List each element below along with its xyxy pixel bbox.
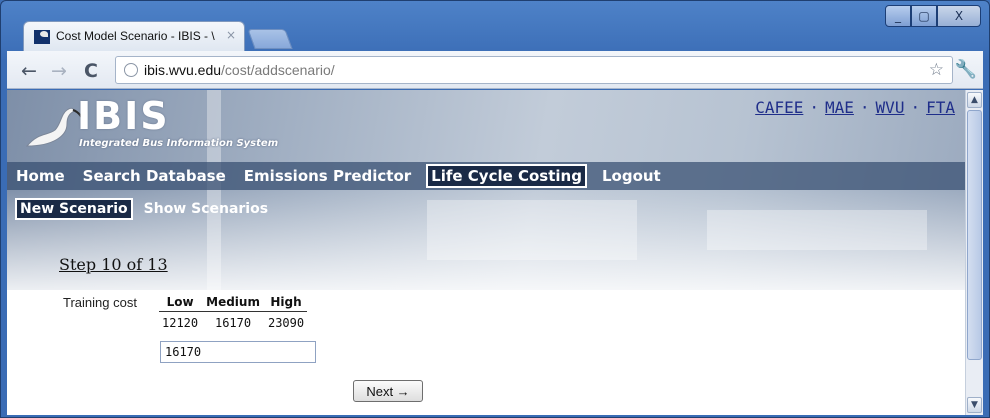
nav-item-logout[interactable]: Logout bbox=[599, 166, 664, 186]
value-low: 12120 bbox=[162, 316, 199, 330]
table-row: 12120 16170 23090 bbox=[159, 312, 307, 330]
sub-nav: New Scenario Show Scenarios bbox=[7, 197, 279, 221]
partner-separator: · bbox=[809, 98, 819, 117]
window-controls: _ ▢ X bbox=[885, 5, 981, 27]
partner-link-fta[interactable]: FTA bbox=[926, 98, 955, 117]
url-path: /cost/addscenario/ bbox=[221, 62, 335, 78]
partner-separator: · bbox=[859, 98, 870, 117]
star-icon[interactable]: ☆ bbox=[929, 60, 944, 80]
partner-link-cafee[interactable]: CAFEE bbox=[755, 98, 803, 117]
browser-toolbar: ← → C ibis.wvu.edu/cost/addscenario/ ☆ 🔧 bbox=[7, 51, 983, 89]
tab-close-icon[interactable]: × bbox=[226, 28, 236, 42]
close-window-button[interactable]: X bbox=[937, 5, 981, 27]
partner-link-wvu[interactable]: WVU bbox=[876, 98, 905, 117]
tab-title: Cost Model Scenario - IBIS - \ bbox=[56, 29, 215, 43]
address-bar[interactable]: ibis.wvu.edu/cost/addscenario/ ☆ bbox=[115, 56, 953, 84]
new-tab-button[interactable] bbox=[247, 29, 293, 49]
training-cost-label: Training cost bbox=[63, 295, 137, 310]
wrench-icon[interactable]: 🔧 bbox=[955, 59, 977, 80]
value-medium: 16170 bbox=[214, 316, 252, 330]
browser-window: Cost Model Scenario - IBIS - \ × _ ▢ X ←… bbox=[0, 0, 990, 418]
subnav-item-new-scenario[interactable]: New Scenario bbox=[15, 198, 133, 220]
scroll-down-icon[interactable]: ▼ bbox=[967, 397, 982, 413]
maximize-button[interactable]: ▢ bbox=[911, 5, 937, 27]
tab-strip: Cost Model Scenario - IBIS - \ × _ ▢ X bbox=[1, 1, 989, 57]
partner-link-mae[interactable]: MAE bbox=[825, 98, 854, 117]
banner-building bbox=[427, 200, 637, 260]
column-header-medium: Medium bbox=[206, 295, 260, 309]
ibis-logo[interactable]: IBIS Integrated Bus Information System bbox=[17, 94, 307, 156]
browser-tab[interactable]: Cost Model Scenario - IBIS - \ × bbox=[23, 21, 245, 51]
globe-icon bbox=[124, 63, 138, 77]
main-nav: Home Search Database Emissions Predictor… bbox=[7, 162, 965, 190]
back-arrow-icon[interactable]: ← bbox=[21, 60, 37, 82]
subnav-item-show-scenarios[interactable]: Show Scenarios bbox=[141, 200, 271, 218]
url-text[interactable]: ibis.wvu.edu/cost/addscenario/ bbox=[144, 62, 335, 78]
ibis-favicon-icon bbox=[34, 30, 50, 44]
table-header-row: Low Medium High bbox=[159, 295, 308, 312]
column-header-high: High bbox=[270, 295, 302, 309]
step-indicator: Step 10 of 13 bbox=[59, 255, 168, 274]
logo-subtitle: Integrated Bus Information System bbox=[79, 138, 279, 149]
reload-icon[interactable]: C bbox=[84, 60, 98, 82]
nav-item-search-database[interactable]: Search Database bbox=[80, 166, 229, 186]
nav-item-emissions-predictor[interactable]: Emissions Predictor bbox=[241, 166, 414, 186]
cost-levels-table: Low Medium High 12120 16170 23090 bbox=[159, 295, 308, 330]
banner-building bbox=[707, 210, 927, 250]
partner-separator: · bbox=[910, 98, 921, 117]
nav-item-life-cycle-costing[interactable]: Life Cycle Costing bbox=[426, 164, 587, 188]
nav-item-home[interactable]: Home bbox=[13, 166, 68, 186]
forward-arrow-icon[interactable]: → bbox=[51, 60, 67, 82]
partner-links: CAFEE · MAE · WVU · FTA bbox=[755, 98, 955, 117]
scroll-up-icon[interactable]: ▲ bbox=[967, 92, 982, 108]
url-host: ibis.wvu.edu bbox=[144, 62, 222, 78]
value-high: 23090 bbox=[267, 316, 305, 330]
next-button[interactable]: Next → bbox=[353, 380, 423, 402]
page-viewport: IBIS Integrated Bus Information System C… bbox=[7, 90, 965, 415]
minimize-button[interactable]: _ bbox=[885, 5, 911, 27]
column-header-low: Low bbox=[166, 295, 194, 309]
logo-wordmark: IBIS bbox=[77, 94, 170, 138]
training-cost-input[interactable] bbox=[160, 341, 316, 363]
vertical-scrollbar[interactable]: ▲ ▼ bbox=[965, 90, 983, 415]
scrollbar-thumb[interactable] bbox=[967, 110, 982, 360]
